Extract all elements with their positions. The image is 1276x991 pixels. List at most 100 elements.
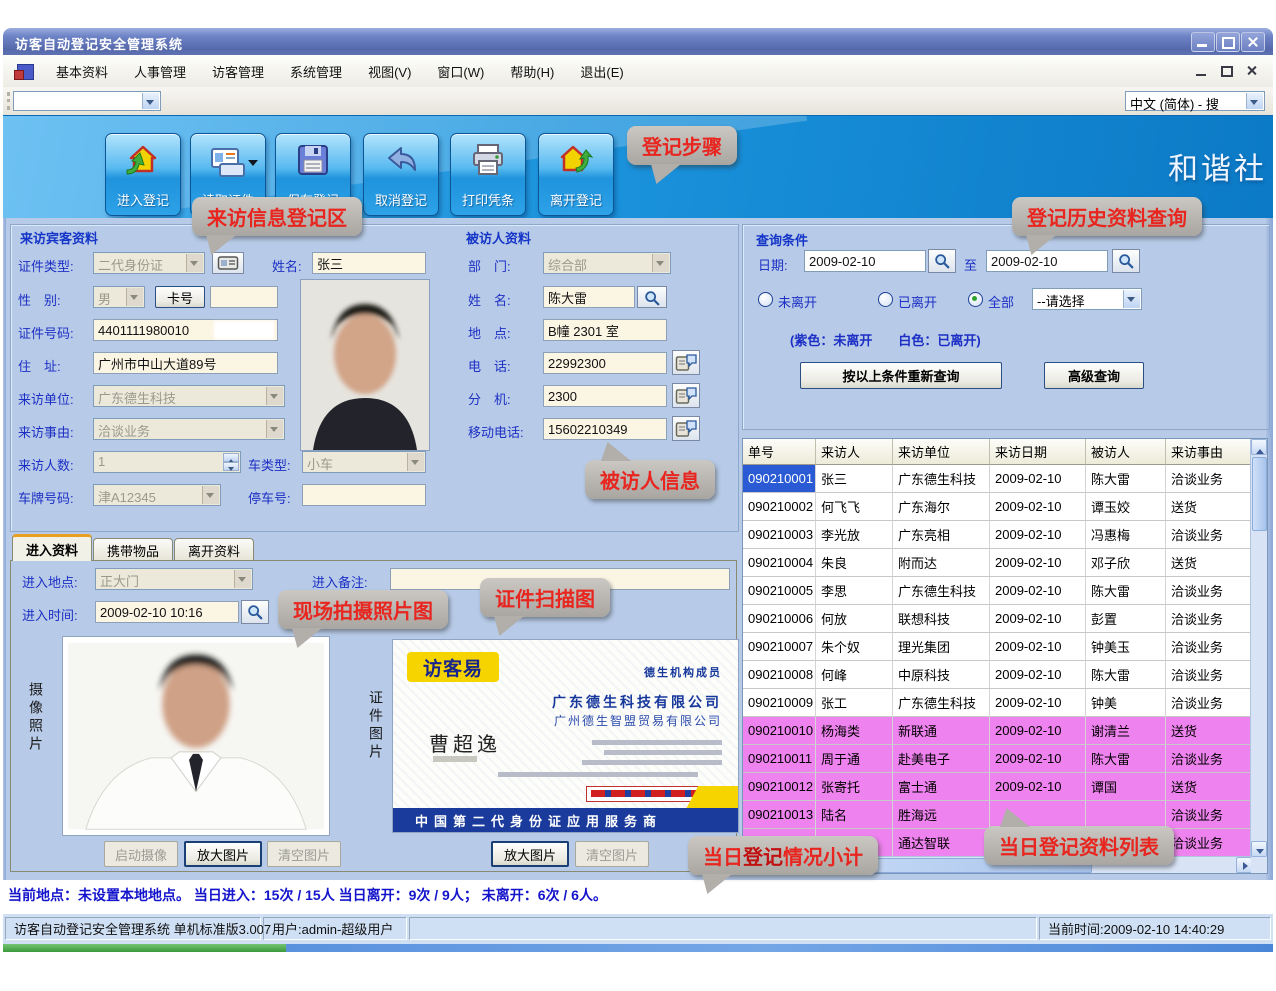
chevron-down-icon[interactable] (1123, 290, 1140, 308)
mdi-restore-icon[interactable] (1217, 63, 1235, 79)
vertical-scrollbar[interactable] (1250, 439, 1267, 857)
date-from-field[interactable] (804, 250, 926, 272)
id-type-combo[interactable]: 二代身份证 (93, 252, 205, 274)
radio-not-left[interactable] (758, 292, 773, 307)
visited-name-field[interactable] (543, 286, 635, 308)
chevron-down-icon[interactable] (142, 93, 159, 109)
visitor-name-field[interactable] (312, 252, 426, 274)
requery-button[interactable]: 按以上条件重新查询 (800, 362, 1002, 389)
mdi-close-icon[interactable] (1243, 63, 1261, 79)
date-from-picker-button[interactable] (928, 249, 956, 273)
column-header-2[interactable]: 来访人 (816, 439, 893, 465)
cancel-registration-button[interactable]: 取消登记 (363, 133, 439, 216)
tab-1[interactable]: 进入资料 (12, 534, 92, 561)
gender-combo[interactable]: 男 (93, 286, 145, 308)
scroll-right-icon[interactable] (1236, 857, 1252, 873)
column-header-5[interactable]: 被访人 (1086, 439, 1166, 465)
scroll-up-icon[interactable] (1251, 439, 1267, 455)
table-row[interactable]: 090210004朱良附而达2009-02-10邓子欣送货 (743, 549, 1252, 577)
address-field[interactable] (93, 352, 278, 374)
vehicle-type-combo[interactable]: 小车 (302, 451, 426, 473)
column-header-6[interactable]: 来访事由 (1166, 439, 1252, 465)
brand-text: 和谐社 (1168, 144, 1267, 188)
visited-search-button[interactable] (637, 286, 667, 308)
plate-combo[interactable]: 津A12345 (93, 484, 221, 506)
radio-all[interactable] (968, 292, 983, 307)
table-row[interactable]: 090210013陆名胜海远洽谈业务 (743, 801, 1252, 829)
table-row[interactable]: 090210011周于通赴美电子2009-02-10陈大雷洽谈业务 (743, 745, 1252, 773)
mobile-dial-button[interactable] (672, 416, 700, 441)
close-icon[interactable] (1241, 32, 1265, 52)
date-to-field[interactable] (986, 250, 1108, 272)
chevron-down-icon (266, 420, 283, 438)
card-reader-button[interactable] (212, 252, 244, 274)
table-cell: 2009-02-10 (990, 717, 1086, 745)
table-row[interactable]: 090210006何放联想科技2009-02-10彭置洽谈业务 (743, 605, 1252, 633)
dropdown-arrow-icon[interactable] (248, 160, 258, 171)
chevron-down-icon[interactable] (1246, 93, 1263, 109)
zoom-photo-button[interactable]: 放大图片 (184, 841, 262, 867)
menu-item-3[interactable]: 访客管理 (199, 56, 277, 87)
tab-3[interactable]: 离开资料 (174, 538, 254, 561)
table-row[interactable]: 090210001张三广东德生科技2009-02-10陈大雷洽谈业务 (743, 465, 1252, 493)
address-label: 住 址: (18, 356, 61, 375)
column-header-4[interactable]: 来访日期 (990, 439, 1086, 465)
table-row[interactable]: 090210005李思广东德生科技2009-02-10陈大雷洽谈业务 (743, 577, 1252, 605)
phone-field[interactable] (543, 352, 667, 374)
card-no-field[interactable] (210, 286, 278, 308)
stepper-arrows-icon[interactable] (223, 453, 239, 471)
phone-dial-button[interactable] (672, 350, 700, 375)
table-row[interactable]: 090210008何峰中原科技2009-02-10陈大雷洽谈业务 (743, 661, 1252, 689)
table-row[interactable]: 090210010杨海类新联通2009-02-10谢清兰送货 (743, 717, 1252, 745)
tab-2[interactable]: 携带物品 (93, 538, 173, 561)
print-receipt-button[interactable]: 打印凭条 (450, 133, 526, 216)
language-combo[interactable]: 中文 (简体) - 搜 (1125, 91, 1265, 111)
dept-combo[interactable]: 综合部 (543, 252, 671, 274)
table-cell: 张三 (816, 465, 893, 493)
restore-icon[interactable] (1216, 32, 1240, 52)
visit-reason-combo[interactable]: 洽谈业务 (93, 418, 285, 440)
table-row[interactable]: 090210003李光放广东亮相2009-02-10冯惠梅洽谈业务 (743, 521, 1252, 549)
column-header-1[interactable]: 单号 (743, 439, 816, 465)
table-row[interactable]: 090210007朱个奴理光集团2009-02-10钟美玉洽谈业务 (743, 633, 1252, 661)
parking-field[interactable] (302, 484, 426, 506)
menu-item-4[interactable]: 系统管理 (277, 56, 355, 87)
mobile-field[interactable] (543, 418, 667, 440)
filter-combo[interactable]: --请选择 (1032, 288, 1142, 310)
visit-company-combo[interactable]: 广东德生科技 (93, 385, 285, 407)
table-row[interactable]: 090210012张寄托富士通2009-02-10谭国送货 (743, 773, 1252, 801)
visit-company-label: 来访单位: (18, 389, 74, 408)
entry-place-combo[interactable]: 正大门 (95, 568, 253, 590)
quick-search-combo[interactable] (13, 91, 161, 111)
phone-message-icon (675, 419, 697, 439)
entry-time-picker-button[interactable] (241, 600, 269, 624)
minimize-icon[interactable] (1191, 32, 1215, 52)
entry-time-field[interactable] (95, 601, 239, 623)
vscroll-thumb[interactable] (1252, 457, 1267, 531)
table-row[interactable]: 090210009张工广东德生科技2009-02-10钟美洽谈业务 (743, 689, 1252, 717)
mdi-minimize-icon[interactable] (1193, 63, 1211, 79)
card-no-button[interactable]: 卡号 (155, 286, 205, 308)
table-cell: 何放 (816, 605, 893, 633)
menu-item-5[interactable]: 视图(V) (355, 56, 424, 87)
zoom-id-image-button[interactable]: 放大图片 (491, 841, 569, 867)
menu-item-1[interactable]: 基本资料 (43, 56, 121, 87)
location-field[interactable] (543, 319, 667, 341)
leave-registration-button[interactable]: 离开登记 (538, 133, 614, 216)
table-row[interactable]: 090210002何飞飞广东海尔2009-02-10谭玉姣送货 (743, 493, 1252, 521)
date-to-picker-button[interactable] (1112, 249, 1140, 273)
advanced-query-button[interactable]: 高级查询 (1044, 362, 1144, 389)
radio-left[interactable] (878, 292, 893, 307)
menu-item-8[interactable]: 退出(E) (567, 56, 636, 87)
ext-field[interactable] (543, 385, 667, 407)
enter-registration-button[interactable]: 进入登记 (105, 133, 181, 216)
ext-dial-button[interactable] (672, 383, 700, 408)
table-cell: 通达智联 (893, 829, 990, 857)
application-window: 访客自动登记安全管理系统 基本资料人事管理访客管理系统管理视图(V)窗口(W)帮… (0, 0, 1276, 991)
menu-item-6[interactable]: 窗口(W) (424, 56, 497, 87)
menu-item-7[interactable]: 帮助(H) (497, 56, 567, 87)
people-count-stepper[interactable]: 1 (93, 451, 241, 473)
menu-item-2[interactable]: 人事管理 (121, 56, 199, 87)
column-header-3[interactable]: 来访单位 (893, 439, 990, 465)
scroll-down-icon[interactable] (1251, 841, 1267, 857)
